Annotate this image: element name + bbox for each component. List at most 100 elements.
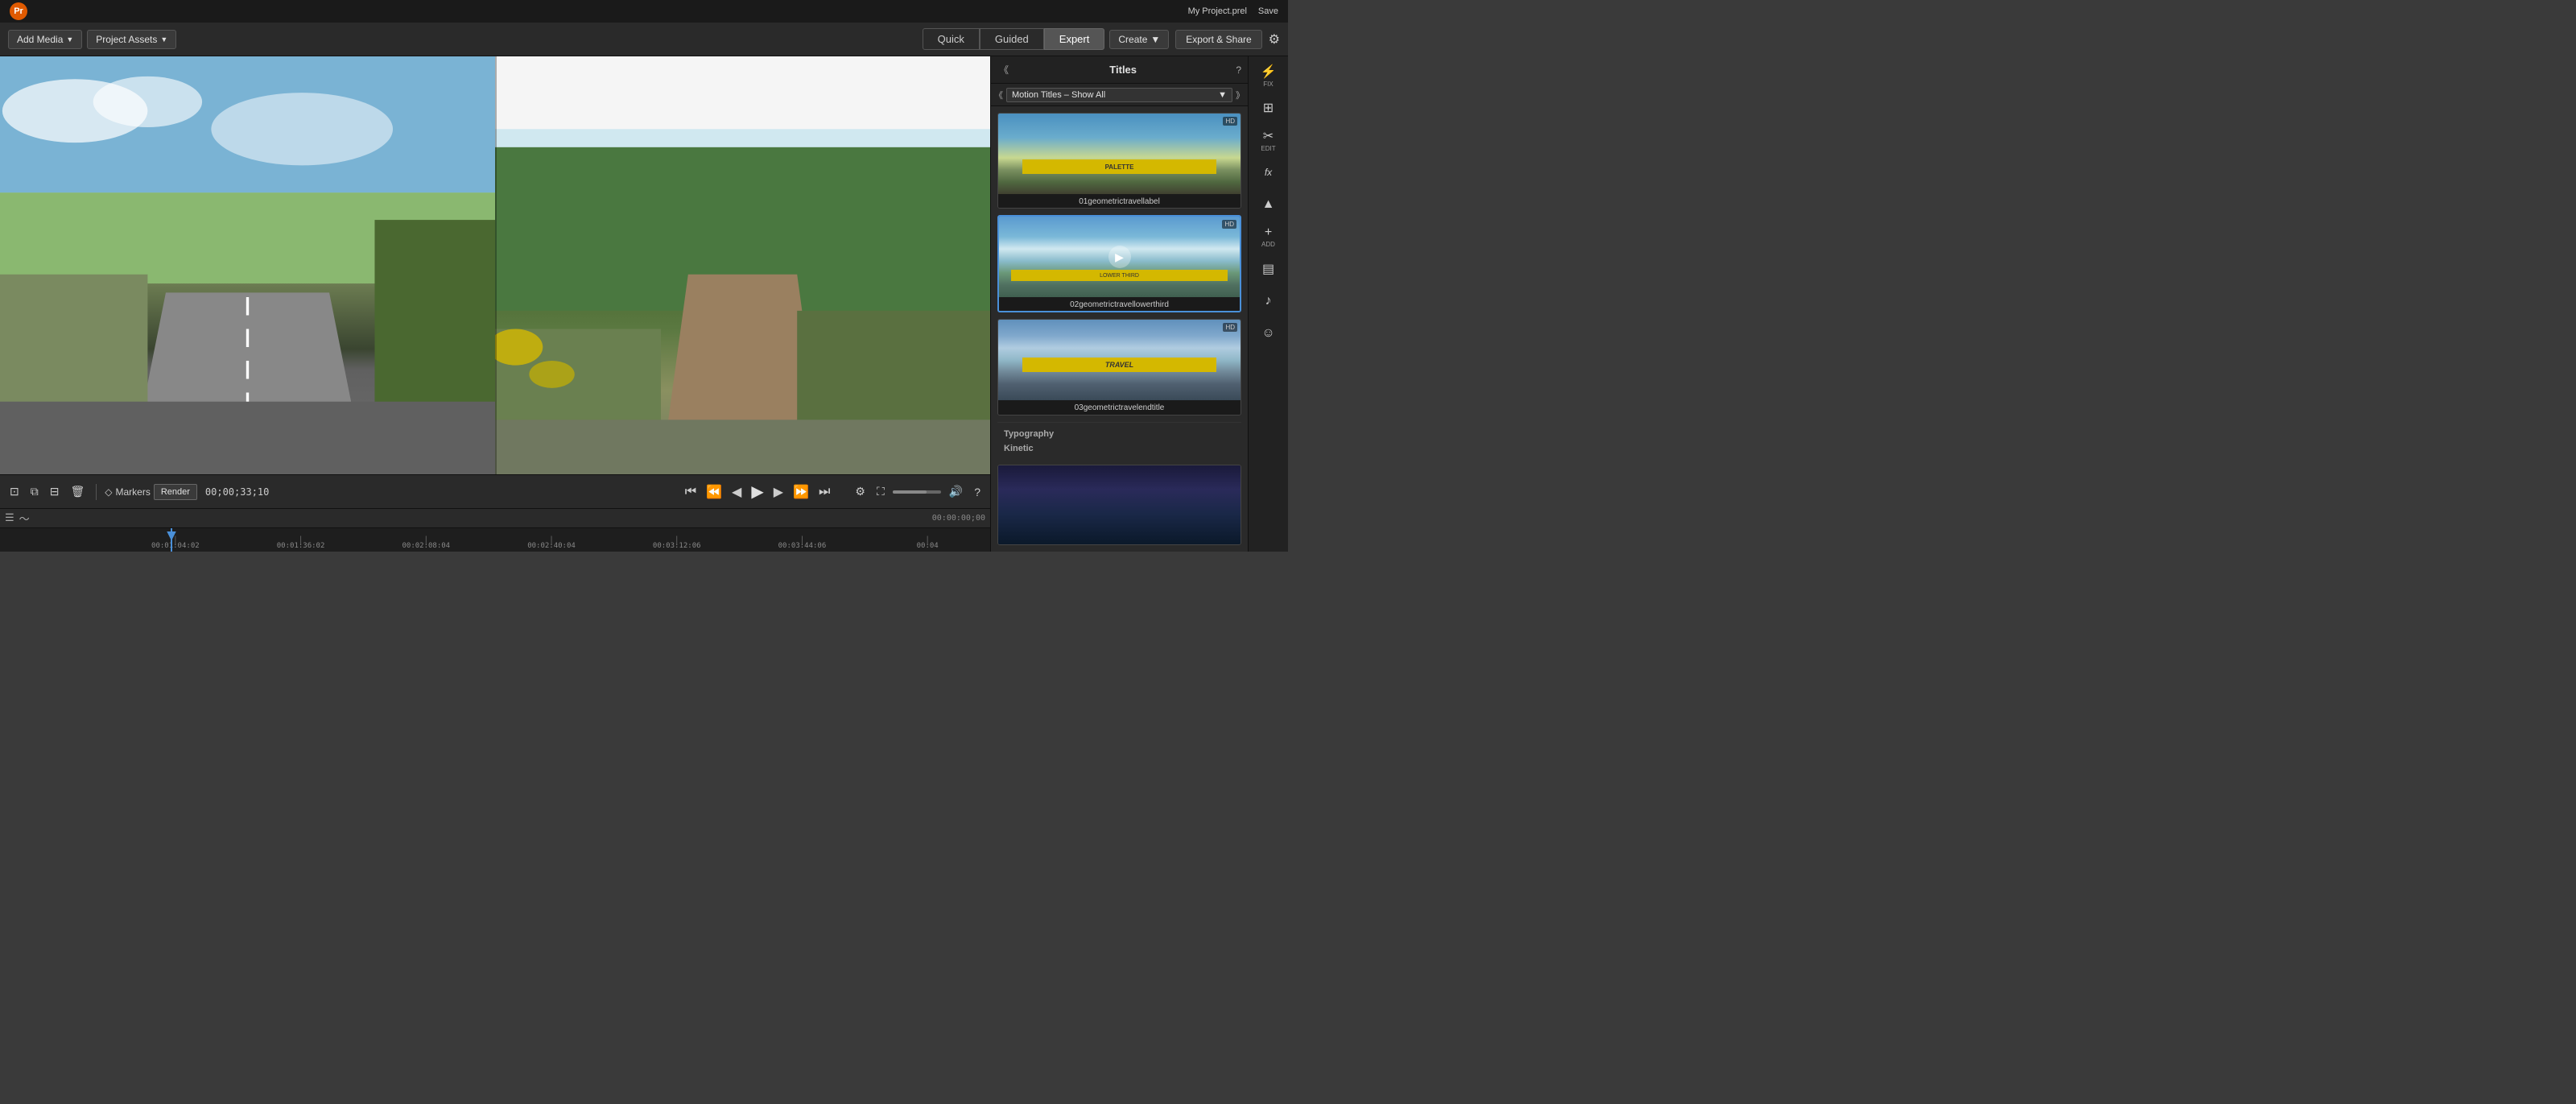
title-card-3[interactable]: TRAVEL HD 03geometrictravelendtitle bbox=[997, 319, 1241, 415]
music-icon: ♪ bbox=[1265, 294, 1272, 308]
title-card-4[interactable] bbox=[997, 465, 1241, 545]
title-card-2[interactable]: LOWER THIRD ▶ HD 02geometrictravellowert… bbox=[997, 215, 1241, 312]
panel-help-icon[interactable]: ? bbox=[1236, 64, 1241, 76]
play-button[interactable]: ▶ bbox=[747, 480, 767, 503]
music-tool-button[interactable]: ♪ bbox=[1252, 287, 1286, 316]
title-card-1-bg: PALETTE HD bbox=[998, 114, 1241, 194]
filter-nav-right-button[interactable]: 》 bbox=[1236, 89, 1245, 101]
waveform-icon[interactable]: 〜 bbox=[19, 511, 30, 526]
title-card-3-bg: TRAVEL HD bbox=[998, 320, 1241, 400]
render-button[interactable]: Render bbox=[154, 484, 197, 500]
fix-icon: ⚡ bbox=[1261, 64, 1277, 80]
filter-nav-left-button[interactable]: 《 bbox=[994, 89, 1003, 101]
preview-right-bg bbox=[495, 56, 990, 474]
markers-label: Markers bbox=[115, 486, 150, 498]
project-assets-arrow-icon: ▼ bbox=[160, 35, 167, 43]
step-back-button[interactable]: ⏪ bbox=[702, 482, 726, 502]
panel-nav-left-button[interactable]: 《 bbox=[997, 61, 1010, 78]
titles-panel-header: 《 Titles ? bbox=[991, 56, 1248, 84]
add-icon: + bbox=[1265, 225, 1272, 240]
adjust-icon: ⊞ bbox=[1263, 100, 1274, 116]
export-share-button[interactable]: Export & Share bbox=[1175, 30, 1261, 49]
timeline-icon: ▤ bbox=[1262, 261, 1274, 277]
marker-icon: ◇ bbox=[105, 486, 112, 498]
title-card-2-corner-badge: HD bbox=[1222, 220, 1236, 229]
settings-small-icon[interactable]: ⚙ bbox=[852, 483, 869, 500]
title-card-2-name: 02geometrictravellowerthird bbox=[999, 297, 1240, 312]
ruler-mark-2: 00:01:36:02 bbox=[238, 542, 364, 550]
ruler-mark-4: 00:02:40:04 bbox=[489, 542, 614, 550]
right-controls: ⚙ ⛶ 🔊 ? bbox=[852, 483, 984, 500]
clip-icon[interactable]: ⊟ bbox=[47, 483, 63, 500]
titles-panel-title: Titles bbox=[1010, 64, 1236, 76]
main-toolbar: Add Media ▼ Project Assets ▼ Quick Guide… bbox=[0, 23, 1288, 56]
fullscreen-icon[interactable]: ⛶ bbox=[873, 483, 888, 500]
title-card-2-thumbnail: LOWER THIRD ▶ HD bbox=[999, 217, 1240, 297]
title-card-2-play-overlay[interactable]: ▶ bbox=[1108, 246, 1131, 268]
effects-tool-button[interactable]: fx bbox=[1252, 158, 1286, 187]
ruler-mark-5: 00:03:12:06 bbox=[614, 542, 740, 550]
timeline-settings-icon[interactable]: ☰ bbox=[5, 511, 14, 524]
transport-controls: ⏮ ⏪ ◀ ▶ ▶ ⏩ ⏭ bbox=[681, 480, 835, 503]
mode-expert-button[interactable]: Expert bbox=[1044, 28, 1105, 50]
create-arrow-icon: ▼ bbox=[1150, 34, 1160, 45]
preview-area bbox=[0, 56, 990, 474]
adjust-tool-button[interactable]: ⊞ bbox=[1252, 93, 1286, 122]
top-bar-left: Pr bbox=[10, 2, 27, 20]
settings-button[interactable]: ⚙ bbox=[1269, 31, 1280, 48]
add-media-button[interactable]: Add Media ▼ bbox=[8, 30, 82, 49]
create-button[interactable]: Create ▼ bbox=[1109, 30, 1169, 49]
mode-guided-button[interactable]: Guided bbox=[980, 28, 1044, 50]
separator-1 bbox=[96, 484, 97, 500]
title-card-2-label-bar: LOWER THIRD bbox=[1011, 270, 1228, 281]
add-tool-button[interactable]: + ADD bbox=[1252, 222, 1286, 251]
main-layout: ⊡ ⧉ ⊟ 🗑 ◇ Markers Render 00;00;33;10 ⏮ ⏪… bbox=[0, 56, 1288, 552]
preview-wrapper bbox=[0, 56, 990, 474]
mode-quick-button[interactable]: Quick bbox=[923, 28, 980, 50]
goto-start-button[interactable]: ⏮ bbox=[681, 483, 700, 501]
mode-switcher: Quick Guided Expert bbox=[923, 28, 1105, 50]
filter-dropdown-arrow-icon: ▼ bbox=[1218, 90, 1227, 100]
step-forward-button[interactable]: ⏩ bbox=[789, 482, 813, 502]
color-tool-button[interactable]: ▲ bbox=[1252, 190, 1286, 219]
frame-forward-button[interactable]: ▶ bbox=[770, 482, 787, 502]
title-card-3-name: 03geometrictravelendtitle bbox=[998, 400, 1241, 415]
timeline-ruler: 00:01:04:02 00:01:36:02 00:02:08:04 00:0… bbox=[0, 528, 990, 552]
preview-right bbox=[495, 56, 990, 474]
emoji-icon: ☺ bbox=[1261, 326, 1274, 341]
title-card-1-thumbnail: PALETTE HD bbox=[998, 114, 1241, 194]
fix-tool-button[interactable]: ⚡ FIX bbox=[1252, 61, 1286, 90]
timeline-tool-button[interactable]: ▤ bbox=[1252, 254, 1286, 283]
ruler-mark-3: 00:02:08:04 bbox=[363, 542, 489, 550]
project-assets-button[interactable]: Project Assets ▼ bbox=[87, 30, 176, 49]
frame-back-button[interactable]: ◀ bbox=[728, 482, 745, 502]
volume-fill bbox=[893, 490, 927, 494]
add-media-label: Add Media bbox=[17, 34, 63, 45]
goto-end-button[interactable]: ⏭ bbox=[815, 483, 834, 501]
volume-slider[interactable] bbox=[893, 490, 941, 494]
ruler-mark-7: 00:04 bbox=[865, 542, 990, 550]
title-card-4-thumbnail bbox=[998, 465, 1241, 545]
edit-tool-button[interactable]: ✂ EDIT bbox=[1252, 126, 1286, 155]
emoji-tool-button[interactable]: ☺ bbox=[1252, 319, 1286, 348]
category-typography: Typography bbox=[1004, 426, 1235, 440]
timeline-toolbar: ☰ 〜 00:00:00;00 bbox=[0, 509, 990, 528]
filter-dropdown[interactable]: Motion Titles – Show All ▼ bbox=[1006, 88, 1232, 102]
save-button[interactable]: Save bbox=[1258, 6, 1278, 16]
duplicate-icon[interactable]: ⧉ bbox=[27, 483, 42, 500]
delete-icon[interactable]: 🗑 bbox=[67, 483, 88, 500]
app-logo: Pr bbox=[10, 2, 27, 20]
title-card-4-bg bbox=[998, 465, 1241, 545]
top-bar: Pr My Project.prel Save bbox=[0, 0, 1288, 23]
preview-divider bbox=[495, 56, 497, 474]
title-card-1[interactable]: PALETTE HD 01geometrictravellabel bbox=[997, 113, 1241, 209]
project-name: My Project.prel bbox=[1188, 6, 1247, 16]
titles-grid: PALETTE HD 01geometrictravellabel LOWER … bbox=[991, 106, 1248, 552]
timecode-display: 00;00;33;10 bbox=[205, 486, 269, 498]
volume-icon[interactable]: 🔊 bbox=[946, 483, 966, 500]
edit-icon: ✂ bbox=[1263, 128, 1274, 144]
title-card-3-corner-badge: HD bbox=[1223, 323, 1237, 332]
snapshot-icon[interactable]: ⊡ bbox=[6, 483, 23, 500]
help-icon[interactable]: ? bbox=[971, 484, 984, 500]
title-card-3-label-bar: TRAVEL bbox=[1022, 358, 1216, 372]
